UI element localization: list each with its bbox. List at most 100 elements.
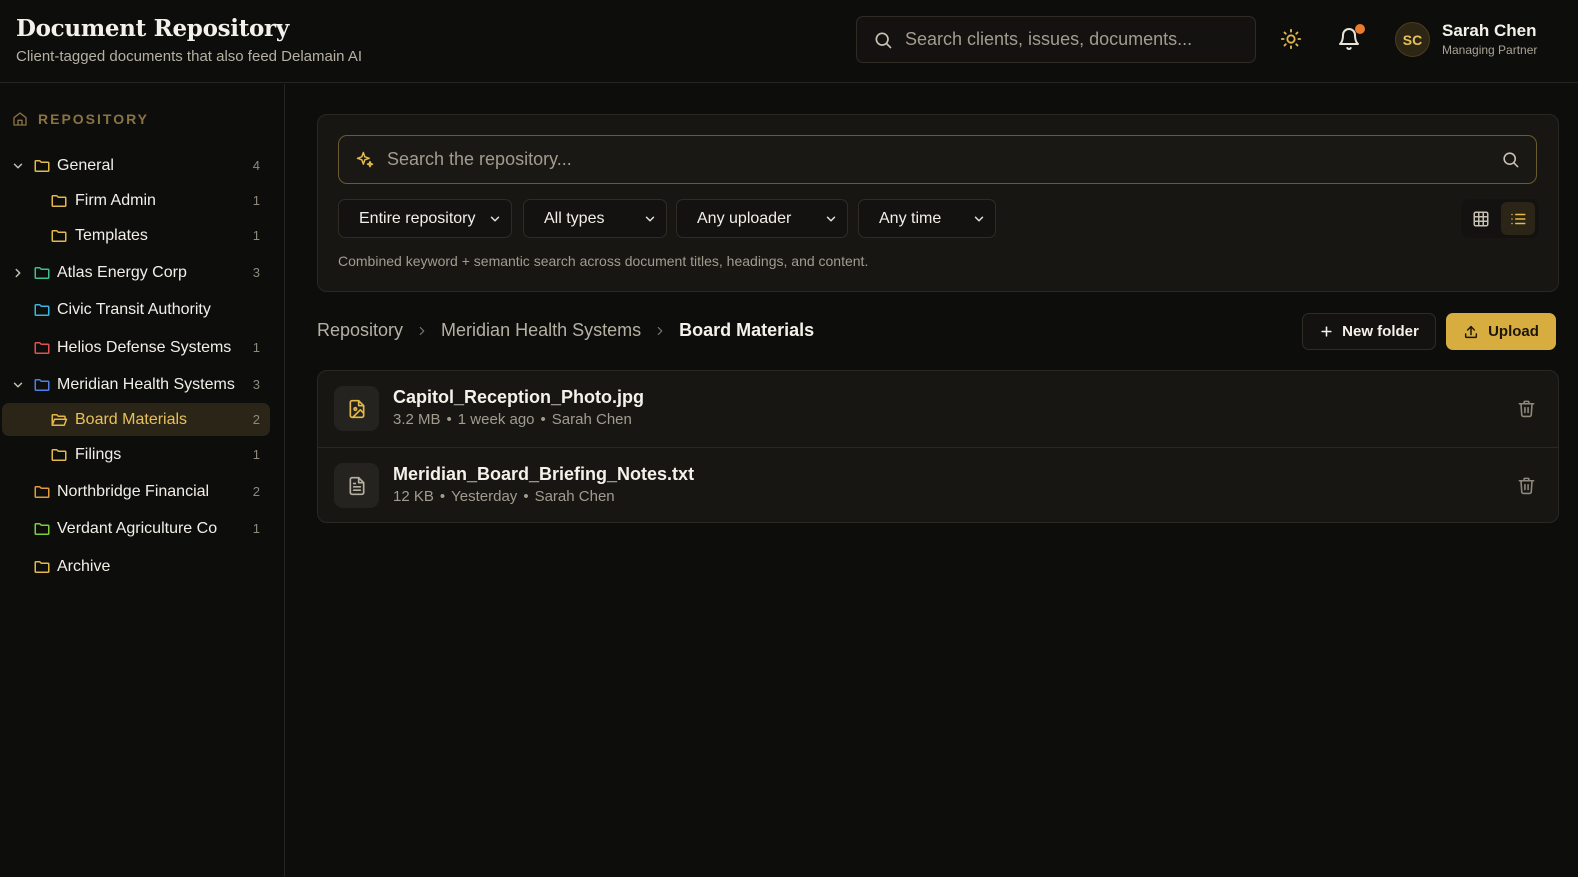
image-file-icon [334,386,379,431]
breadcrumb: Repository Meridian Health Systems Board… [317,320,814,341]
chevron-down-icon [488,212,502,226]
search-icon [873,30,893,50]
sidebar-item-label: Meridian Health Systems [57,375,235,393]
breadcrumb-client[interactable]: Meridian Health Systems [441,320,641,341]
plus-icon [1319,324,1334,339]
folder-icon [33,558,51,576]
list-view-button[interactable] [1501,202,1535,235]
sidebar-item-label: Atlas Energy Corp [57,263,187,281]
type-filter-select[interactable]: All types [523,199,667,238]
list-icon [1511,213,1526,224]
upload-label: Upload [1488,323,1539,340]
sidebar-heading-label: REPOSITORY [38,111,150,127]
filter-label: Any uploader [697,209,792,227]
breadcrumb-repository[interactable]: Repository [317,320,403,341]
item-count: 3 [252,377,260,392]
upload-button[interactable]: Upload [1446,313,1556,350]
file-size: 3.2 MB [393,411,441,428]
chevron-down-icon[interactable] [11,378,25,392]
sidebar-item-verdant-agriculture-co[interactable]: Verdant Agriculture Co 1 [2,512,270,545]
search-hint: Combined keyword + semantic search acros… [338,253,869,269]
folder-icon [50,192,68,210]
sidebar-item-civic-transit-authority[interactable]: Civic Transit Authority [2,293,270,326]
item-count: 3 [252,265,260,280]
sidebar-item-archive[interactable]: Archive [2,550,270,583]
sidebar-item-label: Templates [75,226,148,244]
upload-icon [1463,324,1479,340]
chevron-right-icon[interactable] [11,266,25,280]
sidebar-item-board-materials[interactable]: Board Materials 2 [2,403,270,436]
folder-icon [50,227,68,245]
new-folder-button[interactable]: New folder [1302,313,1436,350]
folder-open-icon [50,411,68,429]
file-row[interactable]: Meridian_Board_Briefing_Notes.txt 12 KB •… [318,447,1558,522]
chevron-down-icon[interactable] [11,159,25,173]
file-name[interactable]: Meridian_Board_Briefing_Notes.txt [393,464,694,485]
sidebar-item-label: General [57,156,114,174]
repository-search-panel: Entire repository All types Any uploader… [317,114,1559,292]
file-name[interactable]: Capitol_Reception_Photo.jpg [393,387,644,408]
chevron-right-icon [653,324,667,338]
trash-icon[interactable] [1517,399,1536,418]
breadcrumb-current: Board Materials [679,320,815,340]
notification-badge [1355,24,1365,34]
sidebar: REPOSITORY General 4 Firm Admin 1 Templa… [0,84,285,877]
new-folder-label: New folder [1342,323,1419,340]
file-row[interactable]: Capitol_Reception_Photo.jpg 3.2 MB • 1 wee… [318,371,1558,447]
view-mode-toggle [1461,199,1539,238]
item-count: 2 [252,484,260,499]
item-count: 2 [252,412,260,427]
folder-icon [50,446,68,464]
sidebar-item-label: Verdant Agriculture Co [57,519,218,537]
file-meta: 12 KB • Yesterday • Sarah Chen [393,488,615,505]
file-size: 12 KB [393,488,434,505]
sidebar-item-northbridge-financial[interactable]: Northbridge Financial 2 [2,475,270,508]
grid-view-button[interactable] [1464,202,1498,235]
uploader-filter-select[interactable]: Any uploader [676,199,848,238]
page-subtitle: Client-tagged documents that also feed D… [16,48,363,65]
repository-search-input[interactable] [387,149,1501,170]
filter-label: All types [544,209,605,227]
filter-label: Any time [879,209,942,227]
grid-icon [1473,211,1489,226]
time-filter-select[interactable]: Any time [858,199,996,238]
search-icon[interactable] [1501,150,1520,169]
sidebar-item-filings[interactable]: Filings 1 [2,438,270,471]
filter-label: Entire repository [359,209,476,227]
item-count: 1 [252,521,260,536]
user-role: Managing Partner [1442,43,1538,57]
item-count: 1 [252,228,260,243]
chevron-down-icon [643,212,657,226]
sidebar-heading: REPOSITORY [12,111,149,127]
folder-icon [33,301,51,319]
sidebar-item-label: Civic Transit Authority [57,300,211,318]
folder-icon [33,520,51,538]
sidebar-item-firm-admin[interactable]: Firm Admin 1 [2,184,270,217]
global-search-box[interactable] [856,16,1256,63]
file-time: 1 week ago [457,411,535,428]
sidebar-item-templates[interactable]: Templates 1 [2,219,270,252]
sidebar-item-general[interactable]: General 4 [2,149,270,182]
folder-icon [33,264,51,282]
folder-icon [33,376,51,394]
page-title: Document Repository [16,15,289,42]
folder-icon [33,339,51,357]
scope-filter-select[interactable]: Entire repository [338,199,512,238]
app-header: Document Repository Client-tagged docume… [0,0,1578,83]
sidebar-item-meridian-health-systems[interactable]: Meridian Health Systems 3 [2,368,270,401]
item-count: 1 [252,447,260,462]
file-time: Yesterday [451,488,518,505]
repository-search-box[interactable] [338,135,1537,184]
sidebar-item-label: Northbridge Financial [57,482,210,500]
sidebar-item-atlas-energy-corp[interactable]: Atlas Energy Corp 3 [2,256,270,289]
sidebar-item-label: Archive [57,557,111,575]
home-icon [12,111,28,127]
global-search-input[interactable] [905,29,1255,50]
sidebar-item-helios-defense-systems[interactable]: Helios Defense Systems 1 [2,331,270,364]
folder-icon [33,483,51,501]
sun-icon[interactable] [1280,28,1302,50]
trash-icon[interactable] [1517,476,1536,495]
folder-icon [33,157,51,175]
chevron-down-icon [824,212,838,226]
avatar[interactable]: SC [1395,22,1430,57]
